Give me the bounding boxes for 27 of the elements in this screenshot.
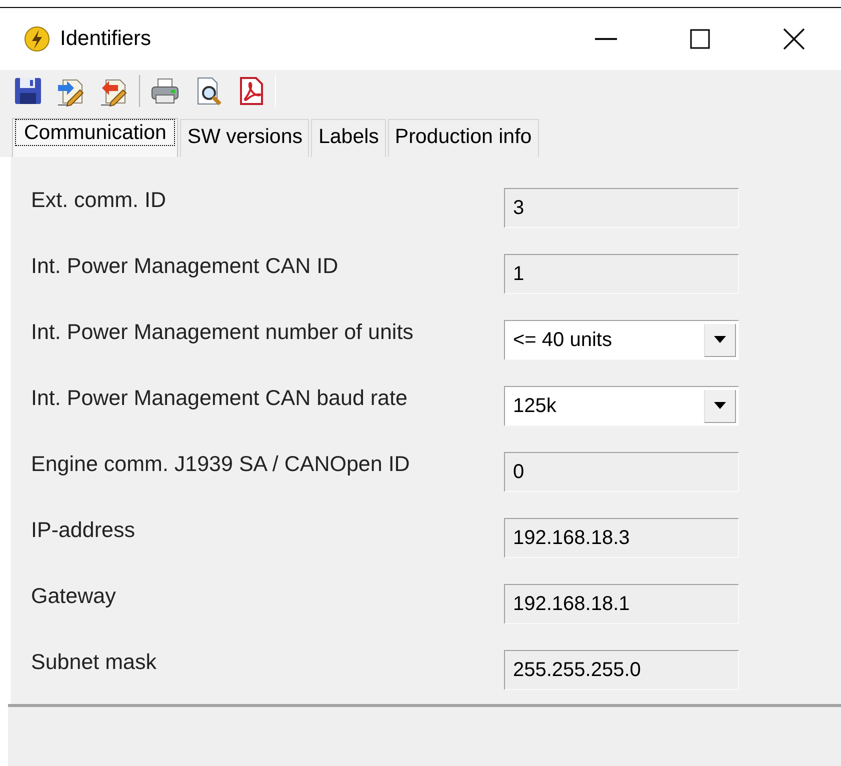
app-icon <box>24 26 50 52</box>
field-label: IP-address <box>31 517 136 543</box>
tab[interactable]: Labels <box>311 119 386 157</box>
text-field[interactable]: 0 <box>504 452 739 492</box>
field-label: Int. Power Management number of units <box>31 319 414 345</box>
tab[interactable]: SW versions <box>180 119 310 157</box>
close-icon[interactable] <box>783 28 805 50</box>
field-label: Int. Power Management CAN ID <box>31 253 340 279</box>
text-field[interactable]: 192.168.18.1 <box>504 584 739 624</box>
dropdown[interactable]: <= 40 units <box>504 320 739 360</box>
text-field[interactable]: 255.255.255.0 <box>504 650 739 690</box>
tab[interactable]: Production info <box>388 119 539 157</box>
dropdown-arrow-icon[interactable] <box>714 336 726 343</box>
dropdown-arrow-icon[interactable] <box>714 402 726 409</box>
tab[interactable]: Communication <box>12 118 178 157</box>
field-label: Gateway <box>31 583 117 609</box>
field-label: Int. Power Management CAN baud rate <box>31 385 408 411</box>
dropdown[interactable]: 125k <box>504 386 739 426</box>
text-field[interactable]: 192.168.18.3 <box>504 518 739 558</box>
text-field[interactable]: 1 <box>504 254 739 294</box>
save-icon[interactable] <box>12 75 44 107</box>
field-label: Engine comm. J1939 SA / CANOpen ID <box>31 451 411 477</box>
field-label: Subnet mask <box>31 649 158 675</box>
maximize-icon[interactable] <box>690 29 710 49</box>
window-title: Identifiers <box>60 27 152 51</box>
field-label: Ext. comm. ID <box>31 187 167 213</box>
text-field[interactable]: 3 <box>504 188 739 228</box>
